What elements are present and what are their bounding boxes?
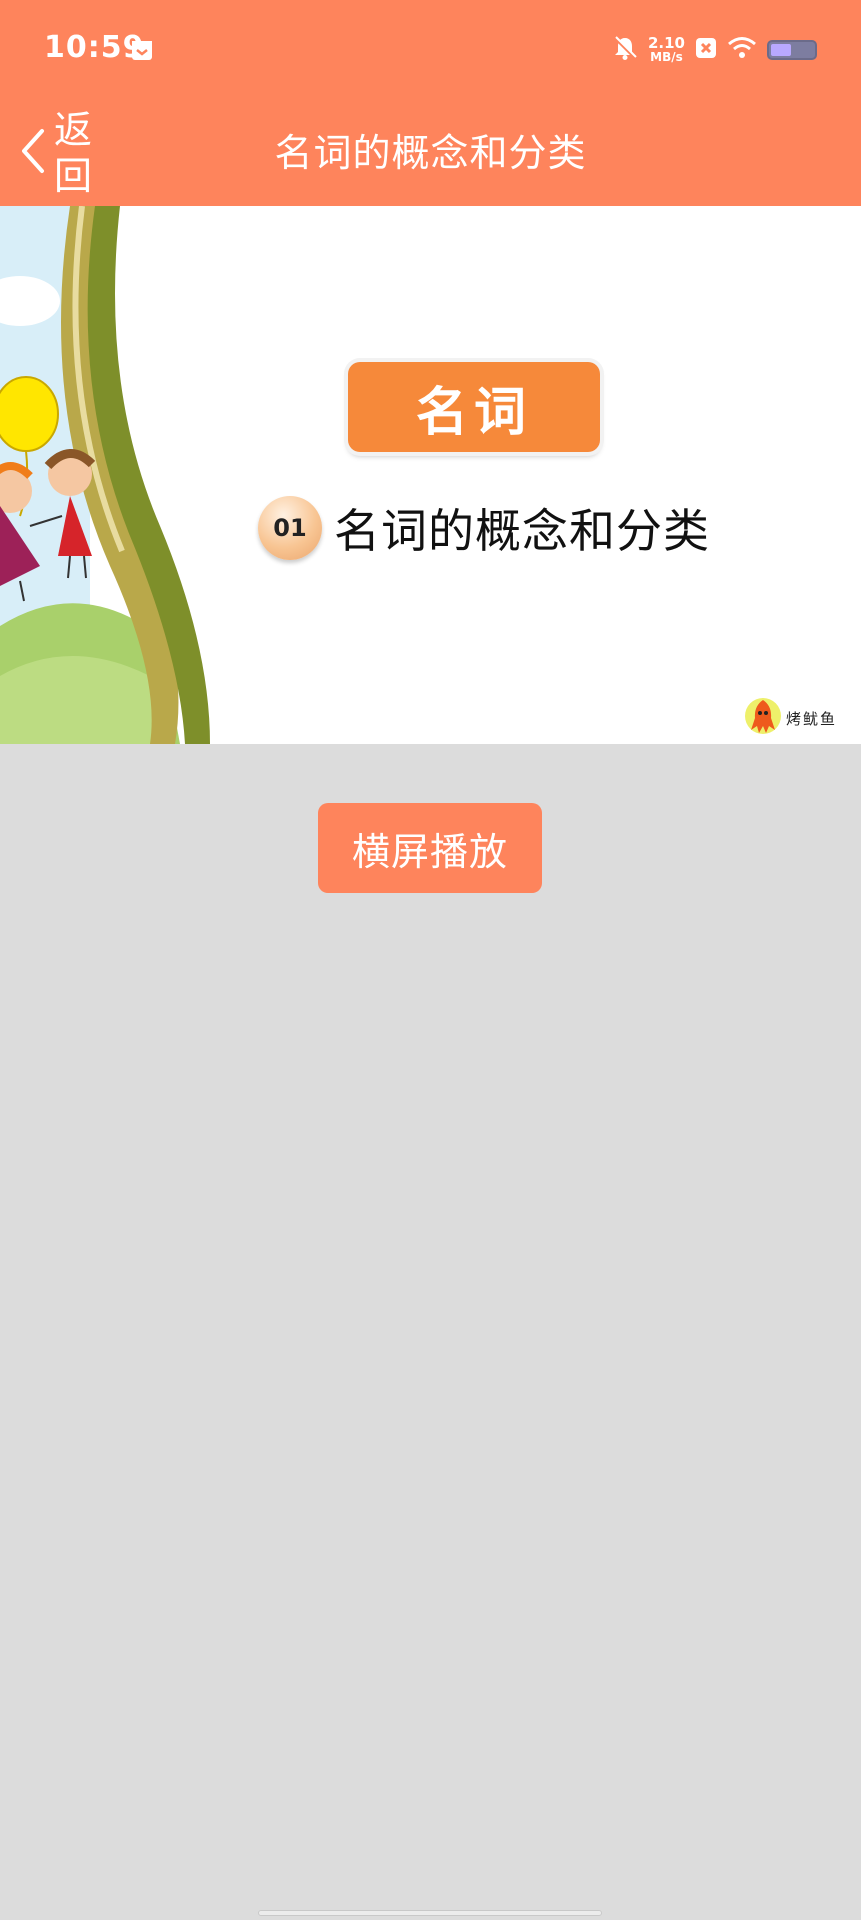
topic-badge: 名词 xyxy=(348,362,600,452)
close-notification-icon xyxy=(695,37,717,63)
mute-bell-icon xyxy=(612,35,638,65)
network-speed-value: 2.10 xyxy=(647,34,685,52)
squid-mascot-icon xyxy=(744,696,782,740)
chevron-left-icon xyxy=(18,127,46,179)
page-title: 名词的概念和分类 xyxy=(274,131,587,175)
landscape-play-button[interactable]: 横屏播放 xyxy=(318,803,542,893)
wifi-icon xyxy=(727,36,757,64)
status-bar: 10:59 2.10 MB/s xyxy=(0,0,861,100)
back-label: 返回 xyxy=(54,108,93,198)
video-player[interactable]: 名词 01 名词的概念和分类 烤鱿鱼 xyxy=(0,206,861,744)
lesson-number-badge: 01 xyxy=(258,496,322,560)
battery-level xyxy=(771,44,791,56)
lesson-title: 名词的概念和分类 xyxy=(334,504,710,558)
lesson-heading: 01 名词的概念和分类 xyxy=(258,490,710,566)
home-indicator[interactable] xyxy=(258,1910,602,1916)
calendar-notification-icon xyxy=(130,38,154,62)
brand-name: 烤鱿鱼 xyxy=(785,709,837,728)
status-icons: 2.10 MB/s xyxy=(612,30,817,70)
kids-illustration xyxy=(0,206,220,744)
network-speed: 2.10 MB/s xyxy=(647,34,685,65)
battery-icon xyxy=(767,40,817,60)
network-speed-unit: MB/s xyxy=(650,50,683,64)
brand-logo: 烤鱿鱼 xyxy=(744,696,837,740)
back-button[interactable]: 返回 xyxy=(18,100,118,206)
app-bar: 名词的概念和分类 返回 xyxy=(0,100,861,206)
